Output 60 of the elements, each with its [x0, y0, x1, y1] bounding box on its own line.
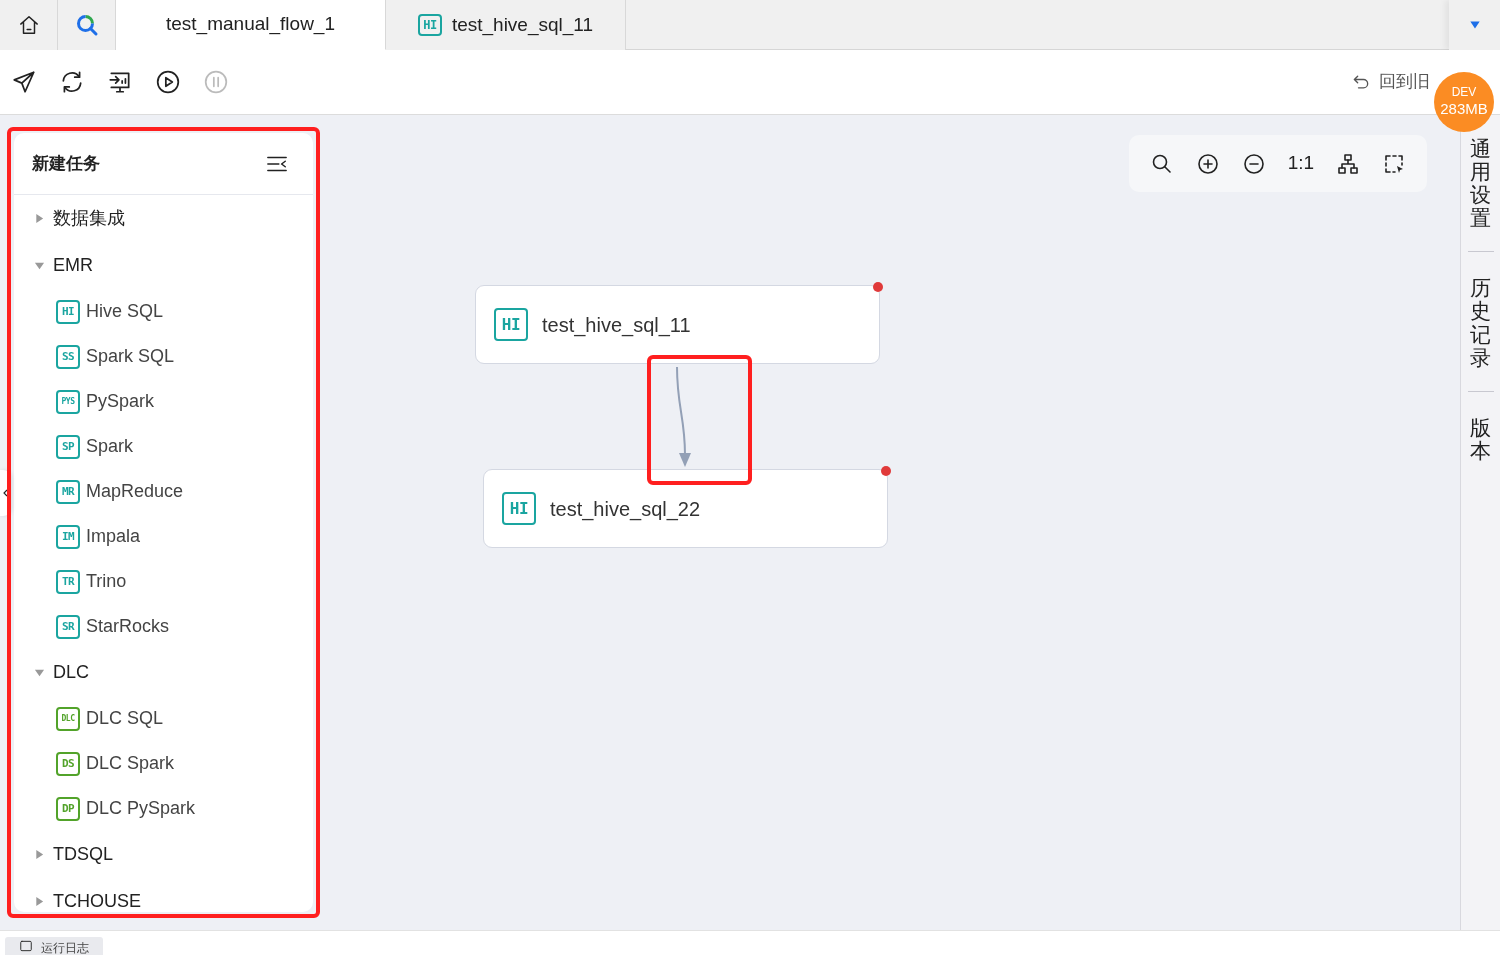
- tree-item[interactable]: HI Hive SQL: [14, 289, 313, 334]
- panel-title: 新建任务: [32, 152, 100, 175]
- tree-item[interactable]: DS DLC Spark: [14, 741, 313, 786]
- tree-item[interactable]: SR StarRocks: [14, 604, 313, 649]
- task-type-icon: DLC: [56, 706, 80, 731]
- tree-item[interactable]: IM Impala: [14, 514, 313, 559]
- task-type-icon: PYS: [56, 389, 80, 414]
- zoom-tool-button[interactable]: [1195, 151, 1220, 176]
- hierarchy-icon: [1336, 151, 1361, 176]
- tree-group[interactable]: 数据集成: [14, 195, 313, 242]
- tree-item[interactable]: DLC DLC SQL: [14, 696, 313, 741]
- task-type-icon: DP: [56, 796, 80, 821]
- tab[interactable]: [0, 0, 58, 50]
- task-type-icon: HI: [56, 299, 80, 324]
- task-type-icon: MR: [56, 479, 80, 504]
- play-icon: [155, 69, 181, 95]
- zoom-tool-button[interactable]: [1336, 151, 1361, 176]
- revert-link[interactable]: 回到旧: [1351, 69, 1430, 95]
- zoom-out-icon: [1241, 151, 1266, 176]
- zoom-in-icon: [1195, 151, 1220, 176]
- task-type-icon: IM: [56, 524, 80, 549]
- toolbar-button[interactable]: [154, 68, 182, 96]
- tree-item[interactable]: SP Spark: [14, 424, 313, 469]
- task-type-icon: DS: [56, 751, 80, 776]
- tree-item[interactable]: MR MapReduce: [14, 469, 313, 514]
- task-type-icon: SR: [56, 614, 80, 639]
- task-type-icon: SS: [56, 344, 80, 369]
- task-node[interactable]: HI test_hive_sql_11: [475, 285, 880, 364]
- side-tab[interactable]: 通用设置: [1470, 137, 1491, 230]
- side-tab[interactable]: 历史记录: [1470, 276, 1491, 369]
- tree-item[interactable]: DP DLC PySpark: [14, 786, 313, 831]
- undo-icon: [1351, 72, 1371, 92]
- task-type-icon: TR: [56, 569, 80, 594]
- home-icon: [17, 14, 40, 36]
- tree-group[interactable]: TDSQL: [14, 831, 313, 878]
- tree-group[interactable]: TCHOUSE: [14, 878, 313, 912]
- log-tab[interactable]: 运行日志: [5, 937, 103, 955]
- tree-item[interactable]: TR Trino: [14, 559, 313, 604]
- tree-item[interactable]: PYS PySpark: [14, 379, 313, 424]
- task-type-icon: HI: [494, 308, 528, 341]
- task-node[interactable]: HI test_hive_sql_22: [483, 469, 888, 548]
- side-tab[interactable]: 版本: [1470, 415, 1491, 462]
- zoom-tool-button[interactable]: [1241, 151, 1266, 176]
- send-icon: [11, 69, 37, 95]
- actual-size-button[interactable]: 1:1: [1287, 149, 1315, 178]
- monitor-icon: [107, 69, 133, 95]
- tab[interactable]: test_manual_flow_1: [116, 0, 386, 50]
- task-type-icon: SP: [56, 434, 80, 459]
- tree-item[interactable]: SS Spark SQL: [14, 334, 313, 379]
- tab[interactable]: [58, 0, 116, 50]
- tree-group[interactable]: DLC: [14, 649, 313, 696]
- task-type-icon: HI: [417, 14, 442, 36]
- chevron-icon: [1, 487, 10, 499]
- pause-icon: [203, 69, 229, 95]
- search-icon: [74, 13, 99, 37]
- tab[interactable]: HI test_hive_sql_11: [386, 0, 626, 50]
- environment-badge: DEV 283MB: [1434, 72, 1494, 132]
- terminal-icon: [19, 939, 33, 953]
- tree-group[interactable]: EMR: [14, 242, 313, 289]
- task-type-icon: HI: [502, 492, 536, 525]
